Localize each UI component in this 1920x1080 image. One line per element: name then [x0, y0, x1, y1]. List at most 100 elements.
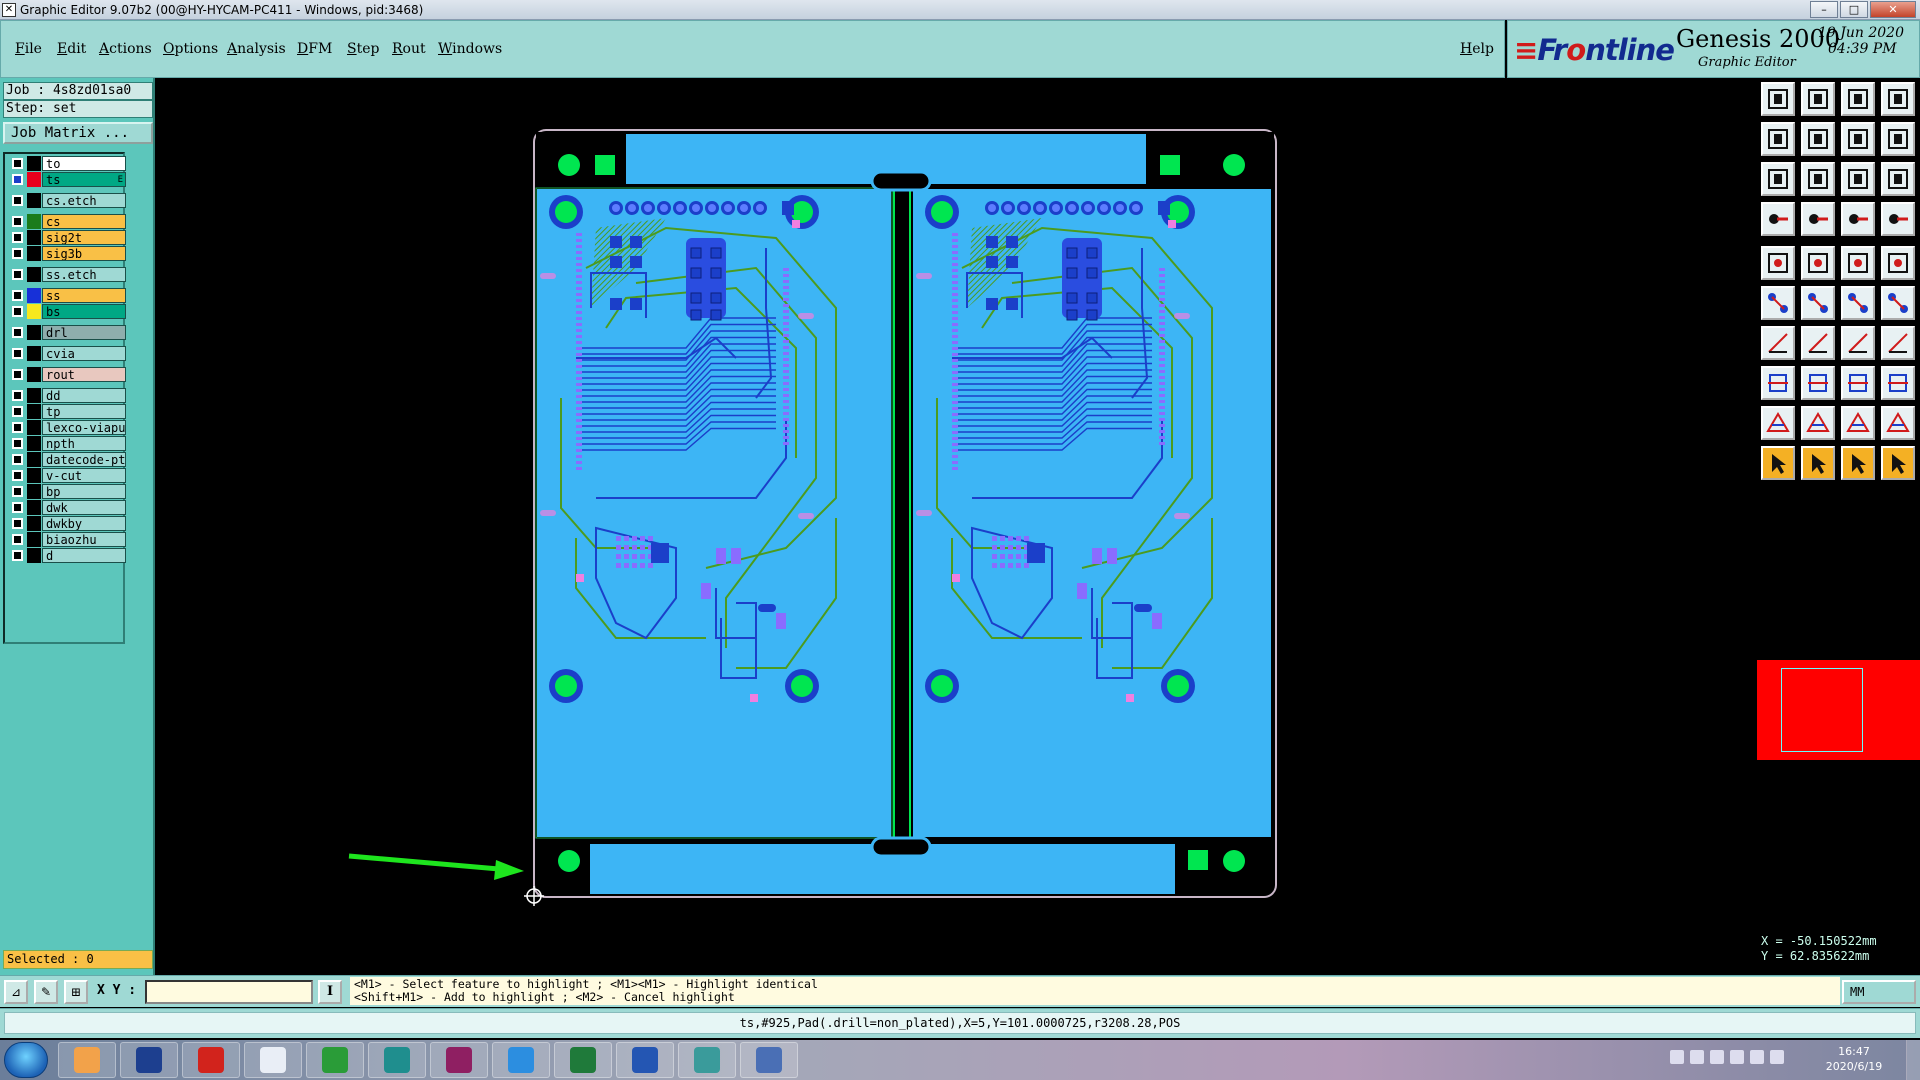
taskbar-app-excel[interactable]: [554, 1042, 612, 1078]
measure-icon[interactable]: [1841, 366, 1875, 400]
layer-color-swatch[interactable]: [27, 288, 41, 303]
home-icon[interactable]: [1761, 82, 1795, 116]
layer-row-ss-etch[interactable]: ss.etch: [7, 267, 126, 282]
menu-dfm[interactable]: DFM: [297, 41, 332, 57]
taskbar-app-6[interactable]: [368, 1042, 426, 1078]
layer-color-swatch[interactable]: [27, 532, 41, 547]
overview-minimap[interactable]: [1757, 660, 1920, 760]
layer-checkbox[interactable]: [12, 158, 23, 169]
layer-row-npth[interactable]: npth: [7, 436, 126, 451]
node-icon[interactable]: [1761, 286, 1795, 320]
layer-checkbox[interactable]: [12, 248, 23, 259]
diag-icon[interactable]: [1801, 326, 1835, 360]
arc-icon[interactable]: [1841, 326, 1875, 360]
taskbar-app-1[interactable]: [58, 1042, 116, 1078]
peak-icon[interactable]: [1801, 406, 1835, 440]
route-icon[interactable]: [1801, 202, 1835, 236]
help-icon[interactable]: [1881, 162, 1915, 196]
menu-step[interactable]: Step: [347, 41, 379, 57]
layer-name[interactable]: biaozhu: [42, 532, 126, 547]
layer-name[interactable]: cvia: [42, 346, 126, 361]
layer-color-swatch[interactable]: [27, 246, 41, 261]
layer-checkbox[interactable]: [12, 174, 23, 185]
layer-checkbox[interactable]: [12, 232, 23, 243]
menu-help[interactable]: Help: [1460, 41, 1494, 57]
layer-name[interactable]: bp: [42, 484, 126, 499]
taskbar-app-genesis[interactable]: [678, 1042, 736, 1078]
camera-icon[interactable]: [1761, 246, 1795, 280]
square-icon[interactable]: [1881, 246, 1915, 280]
layer-name[interactable]: sig3b: [42, 246, 126, 261]
layer-row-lexco-viapu[interactable]: lexco-viapu: [7, 420, 126, 435]
layer-checkbox[interactable]: [12, 327, 23, 338]
line-icon[interactable]: [1761, 326, 1795, 360]
menu-windows[interactable]: Windows: [438, 41, 502, 57]
layer-row-datecode-pt[interactable]: datecode-pt: [7, 452, 126, 467]
app-icon[interactable]: ✕: [2, 3, 16, 17]
system-tray[interactable]: [1670, 1050, 1810, 1070]
layer-name[interactable]: d: [42, 548, 126, 563]
split-icon[interactable]: [1881, 326, 1915, 360]
pad-icon[interactable]: [1761, 366, 1795, 400]
menu-file[interactable]: File: [15, 41, 42, 57]
taskbar-app-5[interactable]: [306, 1042, 364, 1078]
link-icon[interactable]: [1881, 286, 1915, 320]
layer-checkbox[interactable]: [12, 306, 23, 317]
layer-color-swatch[interactable]: [27, 172, 41, 187]
start-button[interactable]: [4, 1042, 48, 1078]
layer-color-swatch[interactable]: [27, 388, 41, 403]
layer-name[interactable]: lexco-viapu: [42, 420, 126, 435]
taskbar-app-3[interactable]: [182, 1042, 240, 1078]
house-icon[interactable]: [1841, 82, 1875, 116]
layer-row-tp[interactable]: tp: [7, 404, 126, 419]
layer-color-swatch[interactable]: [27, 516, 41, 531]
measure-icon[interactable]: ✎: [34, 980, 58, 1004]
layer-row-dwk[interactable]: dwk: [7, 500, 126, 515]
select-box-icon[interactable]: [1801, 446, 1835, 480]
layer-color-swatch[interactable]: [27, 325, 41, 340]
layer-color-swatch[interactable]: [27, 436, 41, 451]
layer-name[interactable]: dwk: [42, 500, 126, 515]
dash-icon[interactable]: [1801, 366, 1835, 400]
layer-name[interactable]: ss: [42, 288, 126, 303]
layer-checkbox[interactable]: [12, 422, 23, 433]
layer-color-swatch[interactable]: [27, 346, 41, 361]
snap-icon[interactable]: ⊿: [4, 980, 28, 1004]
layer-checkbox[interactable]: [12, 216, 23, 227]
layer-checkbox[interactable]: [12, 550, 23, 561]
layer-color-swatch[interactable]: [27, 214, 41, 229]
layer-color-swatch[interactable]: [27, 484, 41, 499]
menu-rout[interactable]: Rout: [392, 41, 426, 57]
cross-icon[interactable]: [1801, 286, 1835, 320]
layer-checkbox[interactable]: [12, 470, 23, 481]
layer-checkbox[interactable]: [12, 406, 23, 417]
pointer-icon[interactable]: [1761, 446, 1795, 480]
taskbar-clock[interactable]: 16:47 2020/6/19: [1818, 1044, 1890, 1074]
layer-name[interactable]: cs.etch: [42, 193, 126, 208]
layer-color-swatch[interactable]: [27, 304, 41, 319]
layer-row-sig3b[interactable]: sig3b: [7, 246, 126, 261]
layer-color-swatch[interactable]: [27, 404, 41, 419]
layer-row-cs-etch[interactable]: cs.etch: [7, 193, 126, 208]
layer-checkbox[interactable]: [12, 486, 23, 497]
ratio-icon[interactable]: [1841, 162, 1875, 196]
menu-edit[interactable]: Edit: [57, 41, 86, 57]
snap-icon[interactable]: [1761, 202, 1795, 236]
zoom-in-icon[interactable]: [1761, 122, 1795, 156]
layer-color-swatch[interactable]: [27, 156, 41, 171]
layer-color-swatch[interactable]: [27, 420, 41, 435]
layer-checkbox[interactable]: [12, 454, 23, 465]
panel-icon[interactable]: [1881, 82, 1915, 116]
layer-row-to[interactable]: to: [7, 156, 126, 171]
layer-color-swatch[interactable]: [27, 452, 41, 467]
menu-options[interactable]: Options: [163, 41, 218, 57]
layer-color-swatch[interactable]: [27, 500, 41, 515]
layer-icon[interactable]: [1881, 202, 1915, 236]
layer-color-swatch[interactable]: [27, 230, 41, 245]
gear-icon[interactable]: [1881, 366, 1915, 400]
center-icon[interactable]: [1801, 162, 1835, 196]
close-button[interactable]: ✕: [1870, 1, 1916, 18]
taskbar-app-2[interactable]: [120, 1042, 178, 1078]
layer-name[interactable]: cs: [42, 214, 126, 229]
taskbar-app-8[interactable]: [492, 1042, 550, 1078]
